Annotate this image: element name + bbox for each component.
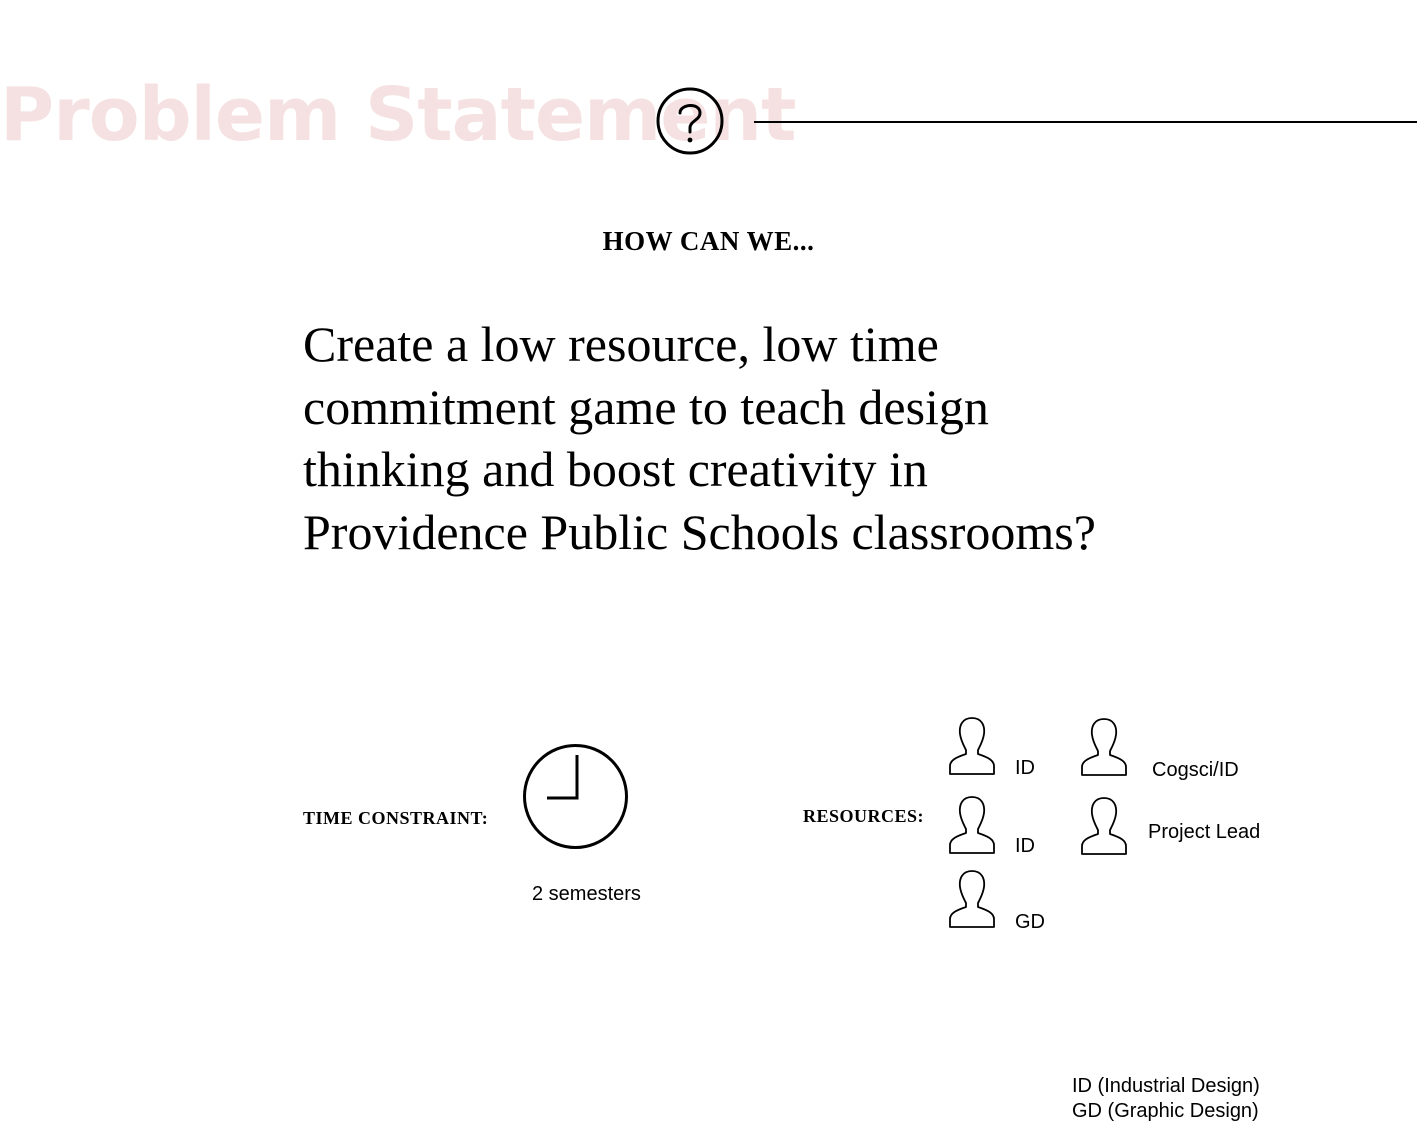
question-circle-icon [656,87,724,155]
person-icon [949,717,995,775]
team-member-role: ID [1015,835,1035,857]
title-divider [754,121,1417,123]
legend-item: ID (Industrial Design) [1072,1075,1260,1097]
person-icon [949,796,995,854]
team-member-role: GD [1015,911,1045,933]
problem-statement: Create a low resource, low time commitme… [303,316,1096,560]
time-constraint-label: TIME CONSTRAINT: [303,808,489,828]
person-icon [949,870,995,928]
lead-heading: HOW CAN WE... [602,226,815,256]
team-member-role: Cogsci/ID [1152,759,1239,781]
legend-item: GD (Graphic Design) [1072,1100,1259,1122]
time-constraint-value: 2 semesters [532,883,641,905]
abbreviation-legend: ID (Industrial Design) GD (Graphic Desig… [1072,1074,1260,1124]
team-member-role: Project Lead [1148,821,1261,843]
team-member-role: ID [1015,757,1035,779]
person-icon [1081,797,1127,855]
resources-label: RESOURCES: [803,806,925,826]
person-icon [1081,718,1127,776]
clock-icon [523,744,628,849]
